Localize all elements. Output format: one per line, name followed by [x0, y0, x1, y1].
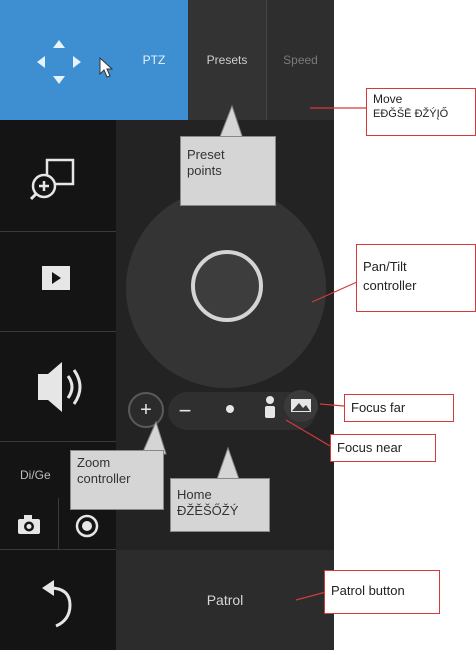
- volume-button[interactable]: [0, 332, 116, 442]
- callout-move-line1: Move: [373, 92, 403, 106]
- callout-home-line1: Home: [177, 487, 212, 502]
- digital-ptz-button[interactable]: [0, 120, 116, 232]
- zoom-window-icon: [29, 158, 75, 201]
- snapshot-button[interactable]: [0, 498, 58, 550]
- arrows-move-icon: [37, 40, 114, 84]
- dot-icon: [226, 405, 234, 413]
- callout-zoom-controller: Zoom controller: [70, 450, 164, 510]
- tab-speed[interactable]: Speed: [266, 0, 334, 120]
- back-button[interactable]: [0, 550, 116, 650]
- callout-preset-line2: points: [187, 163, 222, 178]
- home-button[interactable]: [218, 397, 242, 421]
- person-icon: [265, 396, 275, 418]
- play-button[interactable]: [0, 232, 116, 332]
- camera-icon: [18, 515, 40, 534]
- callout-patrol-button: Patrol button: [324, 570, 440, 614]
- callout-home: Home ĐŽĚŠŐŽÝ: [170, 478, 270, 532]
- landscape-icon: [291, 399, 311, 412]
- callout-focus-far: Focus far: [344, 394, 454, 422]
- callout-pan-tilt-line2: controller: [363, 278, 417, 293]
- focus-near-button[interactable]: [256, 390, 284, 424]
- tab-presets[interactable]: Presets: [188, 0, 266, 120]
- callout-move-line2: EÐĞŠĒ ĐŽÝĮŐ: [373, 108, 449, 120]
- digital-zoom-label: Di/Ge: [20, 468, 51, 482]
- callout-pan-tilt: Pan/Tilt controller: [356, 244, 476, 312]
- tab-ptz[interactable]: PTZ: [120, 0, 188, 120]
- ptz-move-mode-button[interactable]: [0, 0, 120, 120]
- patrol-label: Patrol: [206, 592, 244, 608]
- patrol-button[interactable]: Patrol: [116, 550, 334, 650]
- focus-far-button[interactable]: [284, 390, 318, 422]
- pan-tilt-knob[interactable]: [191, 250, 263, 322]
- callout-preset-points: Preset points: [180, 136, 276, 206]
- callout-home-line2: ĐŽĚŠŐŽÝ: [177, 503, 239, 518]
- callout-preset-line1: Preset: [187, 147, 225, 162]
- zoom-out-button[interactable]: −: [172, 398, 198, 424]
- play-icon: [42, 266, 70, 290]
- callout-focus-near: Focus near: [330, 434, 436, 462]
- callout-zoom-line1: Zoom: [77, 455, 111, 470]
- callout-pan-tilt-line1: Pan/Tilt: [363, 259, 407, 274]
- undo-arrow-icon: [42, 580, 72, 628]
- speaker-icon: [38, 362, 82, 412]
- callout-move: Move EÐĞŠĒ ĐŽÝĮŐ: [366, 88, 476, 136]
- callout-zoom-line2: controller: [77, 471, 131, 486]
